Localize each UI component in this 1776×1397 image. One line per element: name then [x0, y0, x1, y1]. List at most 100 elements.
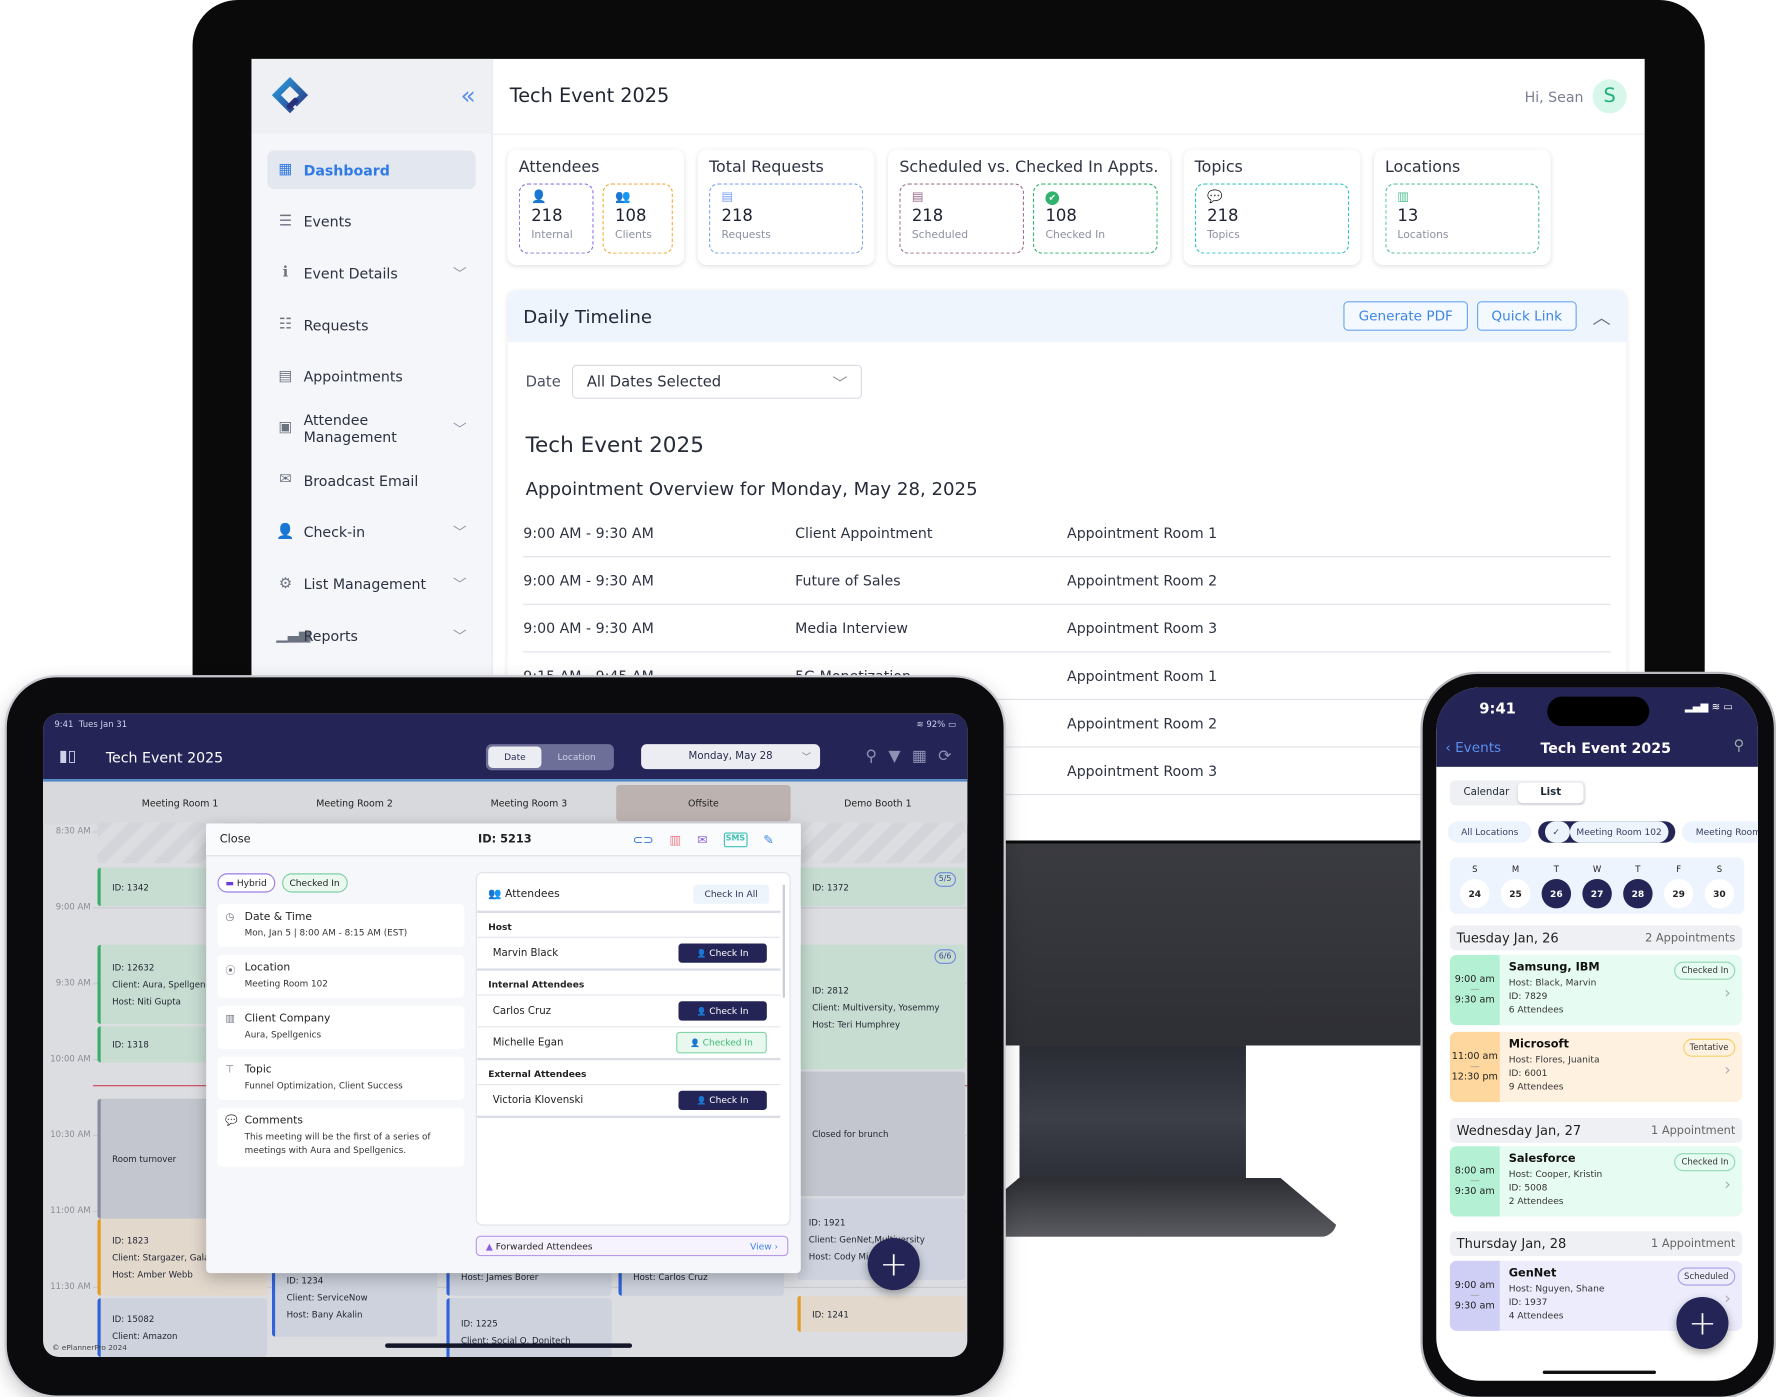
column-header-demo-booth-1[interactable]: Demo Booth 1 [791, 782, 965, 825]
check-in-button[interactable]: 👤 Check In [678, 1090, 767, 1111]
stat-value: 13 [1397, 207, 1419, 226]
status-badge: Checked In [1674, 1153, 1736, 1172]
week-day[interactable]: T 26 [1541, 857, 1572, 914]
day-label: Wednesday Jan, 27 [1456, 1122, 1582, 1139]
appointment-block[interactable]: ID: 2812 Client: Multiversity, Yosemmy Hos… [797, 944, 966, 1070]
location-chip[interactable]: ✓ Meeting Room 102 [1538, 821, 1676, 843]
sidebar-item-broadcast-email[interactable]: ✉ Broadcast Email [267, 461, 475, 500]
user-check-icon: 👤 [276, 523, 295, 541]
appointment-row[interactable]: 9:00 AM - 9:30 AM Media Interview Appointm… [523, 605, 1611, 653]
sidebar-item-check-in[interactable]: 👤 Check-in ﹀ [267, 513, 475, 552]
location-chip[interactable]: Meeting Room 103 [1682, 821, 1758, 843]
sidebar-item-reports[interactable]: ▁▃▅ Reports ﹀ [267, 616, 475, 655]
check-in-button[interactable]: 👤 Check In [678, 943, 767, 963]
date-select[interactable]: All Dates Selected ﹀ [572, 364, 863, 399]
week-day[interactable]: S 24 [1460, 857, 1490, 914]
edit-icon[interactable]: ✎ [763, 832, 773, 847]
search-icon[interactable]: ⚲ [865, 748, 877, 766]
collapse-sidebar-icon[interactable]: « [460, 82, 475, 110]
email-icon[interactable]: ✉ [697, 832, 707, 847]
chevron-right-icon[interactable]: › [1724, 1177, 1730, 1193]
user-menu[interactable]: Hi, Sean S [1525, 79, 1627, 114]
chevron-right-icon[interactable]: › [1724, 1062, 1730, 1078]
stat-value: 218 [1207, 207, 1239, 226]
appointment-block[interactable]: ID: 1225 Client: Social Q, Donitech [446, 1298, 612, 1357]
appointment-block[interactable]: ID: 1241 [797, 1295, 966, 1333]
stat-tile-checked-in[interactable]: ✔ 108 Checked In [1033, 183, 1158, 254]
back-button[interactable]: ‹ Events [1445, 740, 1501, 756]
add-appointment-button[interactable]: + [867, 1238, 920, 1291]
sidebar-item-events[interactable]: ☰ Events [267, 202, 475, 241]
filter-icon[interactable]: ▼ [888, 748, 900, 766]
week-day[interactable]: T 28 [1623, 857, 1653, 914]
collapse-panel-chevron-up-icon[interactable]: ︿ [1593, 302, 1611, 329]
chevron-right-icon[interactable]: › [1724, 1291, 1730, 1307]
segment-calendar[interactable]: Calendar [1452, 783, 1518, 803]
segment-list[interactable]: List [1517, 782, 1584, 804]
chevron-right-icon[interactable]: › [1724, 985, 1730, 1001]
sidebar-item-dashboard[interactable]: ▦ Dashboard [267, 150, 476, 190]
sidebar-item-appointments[interactable]: ▤ Appointments [267, 358, 475, 397]
chevron-down-icon[interactable]: ﹀ [453, 626, 467, 645]
date-picker[interactable]: Monday, May 28 ﹀ [641, 744, 821, 770]
appointment-card[interactable]: 9:00 am —9:30 am Samsung, IBM Host: Black, … [1449, 954, 1743, 1026]
sms-icon[interactable]: SMS [723, 831, 748, 847]
sidebar-item-label: Dashboard [303, 161, 390, 179]
add-appointment-button[interactable]: + [1676, 1296, 1729, 1350]
stat-tile-requests[interactable]: ▤ 218 Requests [709, 183, 864, 254]
chevron-down-icon[interactable]: ﹀ [453, 419, 467, 438]
forwarded-attendees-bar[interactable]: ▲ Forwarded Attendees View › [475, 1235, 789, 1257]
appointment-card[interactable]: 8:00 am —9:30 am Salesforce Host: Cooper, K… [1449, 1146, 1743, 1217]
trash-icon[interactable]: ▥ [670, 832, 682, 847]
stat-tile-internal[interactable]: 👤 218 Internal [518, 183, 594, 254]
chevron-down-icon[interactable]: ﹀ [453, 523, 467, 542]
checked-in-button[interactable]: 👤 Checked In [676, 1031, 767, 1054]
check-in-button[interactable]: 👤 Check In [678, 1001, 767, 1021]
sidebar-item-requests[interactable]: ☷ Requests [267, 306, 475, 345]
appointment-row[interactable]: 9:00 AM - 9:30 AM Client Appointment Appoi… [523, 510, 1611, 558]
week-day[interactable]: S 30 [1704, 857, 1735, 914]
week-day[interactable]: F 29 [1663, 857, 1694, 914]
week-day[interactable]: W 27 [1582, 857, 1612, 914]
search-icon[interactable]: ⚲ [1734, 737, 1745, 754]
stat-tile-scheduled[interactable]: ▤ 218 Scheduled [899, 183, 1024, 254]
appointment-card[interactable]: 11:00 am —12:30 pm Microsoft Host: Flores, … [1449, 1031, 1743, 1103]
refresh-icon[interactable]: ⟳ [938, 748, 951, 766]
location-chip[interactable]: All Locations [1447, 821, 1532, 843]
stat-card-scheduled-vs-checked-in-appts-: Scheduled vs. Checked In Appts. ▤ 218 Sched… [888, 149, 1170, 266]
view-forwarded-link[interactable]: View › [750, 1241, 778, 1251]
time-label: 8:30 AM [55, 825, 91, 836]
attendee-row: Marvin Black 👤 Check In [476, 938, 781, 971]
segment-location[interactable]: Location [542, 746, 612, 768]
link-icon[interactable]: ⊂⊃ [633, 832, 654, 847]
chevron-down-icon[interactable]: ﹀ [453, 264, 467, 283]
chevron-down-icon[interactable]: ﹀ [453, 574, 467, 593]
room-columns-header: Meeting Room 1 Meeting Room 2 Meeting Room… [43, 779, 968, 825]
sidebar-toggle-icon[interactable]: ▮▯ [59, 748, 76, 766]
stat-tile-topics[interactable]: 💬 218 Topics [1194, 183, 1349, 254]
week-day[interactable]: M 25 [1500, 857, 1531, 914]
appointment-block[interactable]: Closed for brunch [797, 1071, 966, 1197]
check-circle-icon: ✔ [1045, 189, 1145, 206]
column-header-offsite[interactable]: Offsite [616, 784, 791, 822]
quick-link-button[interactable]: Quick Link [1476, 301, 1577, 331]
column-header-meeting-room-3[interactable]: Meeting Room 3 [442, 782, 616, 825]
stat-tile-clients[interactable]: 👥 108 Clients [602, 183, 673, 254]
appointment-row[interactable]: 9:00 AM - 9:30 AM Future of Sales Appointm… [523, 557, 1611, 605]
segment-date[interactable]: Date [488, 745, 542, 768]
close-button[interactable]: Close [220, 833, 251, 845]
generate-pdf-button[interactable]: Generate PDF [1343, 301, 1468, 331]
check-in-all-button[interactable]: Check In All [693, 884, 770, 904]
sidebar-item-event-details[interactable]: ℹ Event Details ﹀ [267, 254, 475, 293]
stat-tile-locations[interactable]: ▥ 13 Locations [1384, 183, 1540, 254]
appointment-block[interactable]: ID: 1372 5/5 [797, 867, 966, 907]
block-line: ID: 1241 [812, 1308, 849, 1320]
appointment-detail-modal: Close ID: 5213 ⊂⊃ ▥ ✉ SMS ✎ ▬ Hybrid Che… [206, 823, 801, 1274]
sidebar-item-attendee-management[interactable]: ▣ Attendee Management ﹀ [267, 409, 475, 448]
avatar[interactable]: S [1592, 79, 1627, 114]
column-header-meeting-room-1[interactable]: Meeting Room 1 [93, 782, 267, 825]
qr-code-icon[interactable]: ▦ [912, 748, 927, 766]
scrollbar[interactable] [782, 884, 785, 998]
sidebar-item-list-management[interactable]: ⚙ List Management ﹀ [267, 565, 475, 604]
column-header-meeting-room-2[interactable]: Meeting Room 2 [267, 782, 441, 825]
